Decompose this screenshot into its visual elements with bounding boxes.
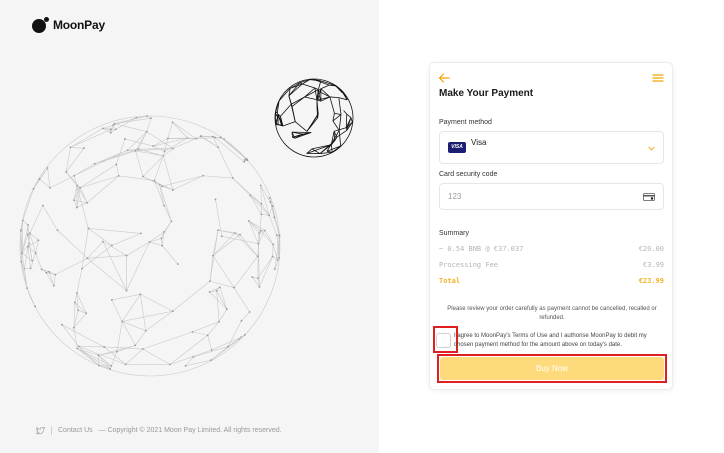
small-wireframe-sphere-illustration [274, 78, 354, 158]
security-code-input[interactable]: 123 [439, 183, 664, 210]
buy-now-button[interactable]: Buy Now [440, 357, 664, 380]
security-code-label: Card security code [439, 171, 498, 178]
moonpay-logo[interactable]: MoonPay [32, 17, 105, 33]
amount-value: €20.00 [638, 245, 664, 253]
amount-label: ~ 0.54 BNB @ €37.037 [439, 245, 524, 253]
summary-row-fee: Processing Fee €3.99 [439, 261, 664, 269]
twitter-icon[interactable] [36, 426, 45, 435]
footer-divider [51, 426, 52, 435]
fee-label: Processing Fee [439, 261, 499, 269]
back-arrow-icon[interactable] [438, 72, 450, 84]
page-title: Make Your Payment [439, 88, 534, 99]
brand-name: MoonPay [53, 18, 105, 32]
summary-row-total: Total €23.99 [439, 277, 664, 285]
total-value: €23.99 [638, 277, 664, 285]
wireframe-globe-illustration [19, 115, 281, 377]
left-panel: MoonPay Contact Us — Copyright © 2021 Mo… [0, 0, 379, 453]
card-cvc-icon [643, 193, 655, 201]
security-code-placeholder: 123 [448, 192, 462, 201]
summary-row-amount: ~ 0.54 BNB @ €37.037 €20.00 [439, 245, 664, 253]
chevron-down-icon [648, 146, 655, 151]
fee-value: €3.99 [642, 261, 664, 269]
visa-card-icon: VISA [448, 142, 466, 153]
payment-method-value: Visa [471, 138, 487, 147]
terms-agreement-text: I agree to MoonPay's Terms of Use and I … [454, 333, 647, 348]
payment-method-label: Payment method [439, 119, 492, 126]
refund-notice: Please review your order carefully as pa… [447, 306, 657, 321]
summary-label: Summary [439, 230, 469, 237]
moon-logo-icon [32, 17, 49, 33]
contact-us-link[interactable]: Contact Us [58, 427, 93, 434]
total-label: Total [439, 277, 461, 285]
hamburger-menu-icon[interactable] [652, 72, 664, 84]
copyright-text: — Copyright © 2021 Moon Pay Limited. All… [98, 427, 282, 434]
footer: Contact Us — Copyright © 2021 Moon Pay L… [36, 426, 282, 435]
payment-widget: Make Your Payment Payment method VISA Vi… [429, 62, 673, 390]
payment-method-select[interactable]: VISA Visa [439, 131, 664, 164]
